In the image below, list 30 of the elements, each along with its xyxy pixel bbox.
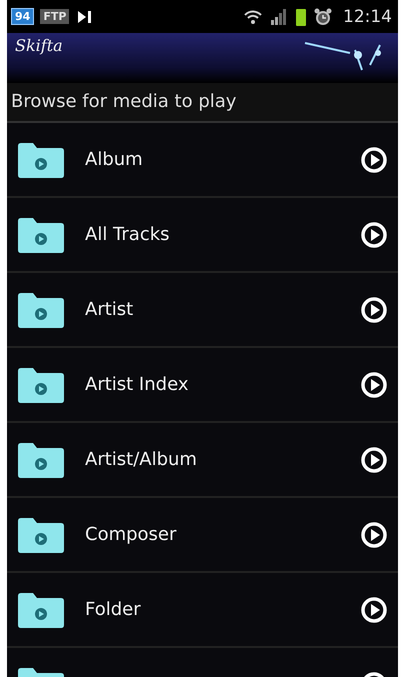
play-icon[interactable] — [360, 520, 388, 548]
item-label: All Tracks — [85, 224, 170, 245]
play-icon[interactable] — [360, 220, 388, 248]
list-item[interactable]: Artist/Album — [7, 423, 398, 498]
item-label: Artist Index — [85, 374, 188, 395]
battery-icon — [295, 6, 307, 26]
list-item[interactable]: Artist — [7, 273, 398, 348]
play-icon[interactable] — [360, 370, 388, 398]
list-item[interactable]: Album — [7, 123, 398, 198]
signal-icon — [269, 8, 289, 26]
app-logo: Skifta — [15, 36, 63, 55]
list-item[interactable]: Artist Index — [7, 348, 398, 423]
page-title: Browse for media to play — [7, 83, 398, 123]
play-icon[interactable] — [360, 146, 388, 174]
clock-time: 12:14 — [343, 6, 392, 26]
list-item[interactable]: Folder — [7, 573, 398, 648]
item-label: Composer — [85, 524, 176, 545]
notification-badge: FTP — [40, 9, 70, 24]
list-item[interactable]: Composer — [7, 498, 398, 573]
wifi-icon — [243, 8, 263, 26]
play-icon[interactable] — [360, 296, 388, 324]
item-label: Folder — [85, 599, 141, 620]
play-icon[interactable] — [360, 446, 388, 474]
item-label: Album — [85, 149, 143, 170]
list-item[interactable]: All Tracks — [7, 198, 398, 273]
item-label: Artist/Album — [85, 449, 197, 470]
alarm-icon — [313, 6, 333, 26]
play-icon[interactable] — [360, 596, 388, 624]
notification-badge: 94 — [11, 8, 34, 25]
item-label: Artist — [85, 299, 134, 320]
